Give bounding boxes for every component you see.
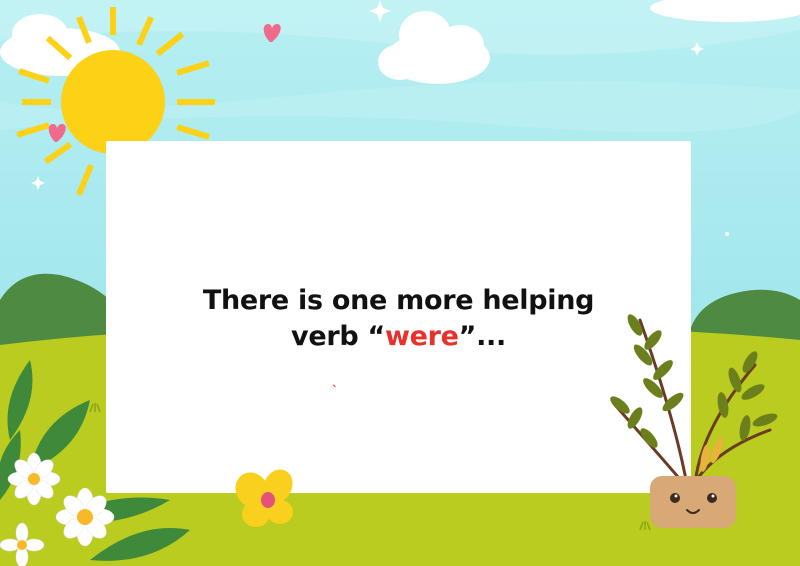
message-line-2-suffix: ”... <box>458 321 507 352</box>
slide-message: There is one more helping verb “were”... <box>106 283 691 355</box>
message-line-1: There is one more helping <box>202 285 595 316</box>
content-card: There is one more helping verb “were”...… <box>106 141 691 493</box>
message-line-2-prefix: verb “ <box>291 321 385 352</box>
highlighted-word: were <box>384 321 459 352</box>
message-line-2: verb “were”... <box>106 319 691 355</box>
red-tick-mark: ˎ <box>332 373 338 387</box>
slide: There is one more helping verb “were”...… <box>0 0 800 566</box>
butterfly-flower-icon <box>235 469 293 527</box>
potted-plant-icon <box>610 314 778 528</box>
